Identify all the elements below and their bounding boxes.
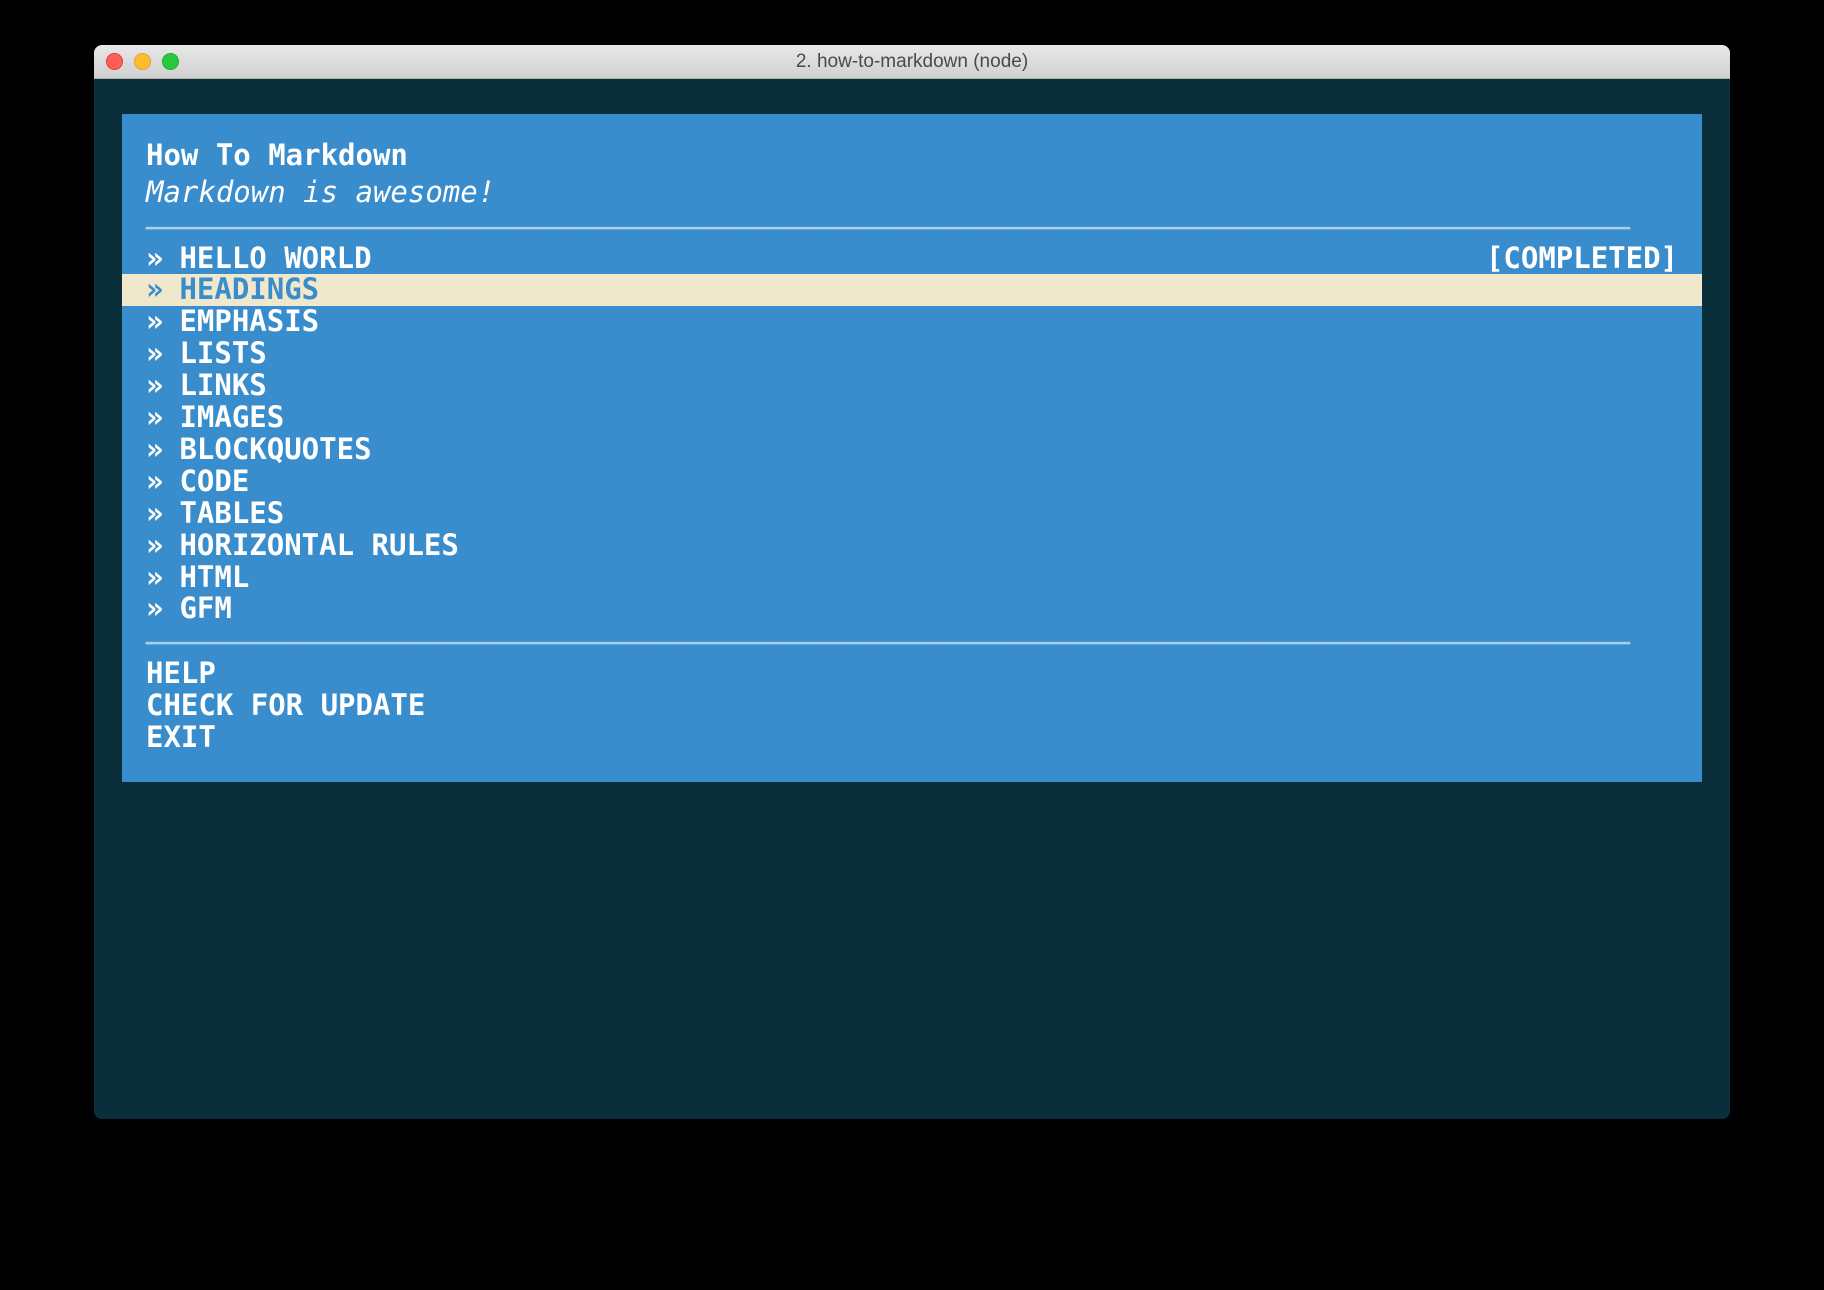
menu-item-code[interactable]: » CODE bbox=[122, 466, 1702, 498]
menu-item-label: HORIZONTAL RULES bbox=[179, 530, 458, 562]
minimize-button[interactable] bbox=[134, 53, 151, 70]
menu-item-left: » GFM bbox=[146, 593, 232, 625]
chevron-right-icon: » bbox=[146, 370, 163, 402]
chevron-right-icon: » bbox=[146, 338, 163, 370]
menu-item-left: » EMPHASIS bbox=[146, 306, 319, 338]
menu-item-emphasis[interactable]: » EMPHASIS bbox=[122, 306, 1702, 338]
menu-item-label: HTML bbox=[179, 562, 249, 594]
zoom-button[interactable] bbox=[162, 53, 179, 70]
status-badge: [COMPLETED] bbox=[1486, 243, 1678, 275]
chevron-right-icon: » bbox=[146, 562, 163, 594]
menu-item-label: EMPHASIS bbox=[179, 306, 319, 338]
traffic-lights bbox=[106, 53, 179, 70]
menu-item-left: » CODE bbox=[146, 466, 249, 498]
menu-item-left: » TABLES bbox=[146, 498, 284, 530]
menu-item-label: BLOCKQUOTES bbox=[179, 434, 371, 466]
menu-item-label: IMAGES bbox=[179, 402, 284, 434]
menu-item-images[interactable]: » IMAGES bbox=[122, 402, 1702, 434]
window-title: 2. how-to-markdown (node) bbox=[94, 51, 1730, 73]
menu-item-label: CODE bbox=[179, 466, 249, 498]
menu-item-label: HEADINGS bbox=[179, 274, 319, 306]
menu-item-label: HELLO WORLD bbox=[179, 243, 371, 275]
chevron-right-icon: » bbox=[146, 530, 163, 562]
divider-bottom: ────────────────────────────────────────… bbox=[122, 629, 1702, 658]
footer-item-exit[interactable]: EXIT bbox=[122, 722, 1702, 754]
menu-list: » HELLO WORLD [COMPLETED] » HEADINGS » EMPHASI… bbox=[122, 243, 1702, 626]
chevron-right-icon: » bbox=[146, 466, 163, 498]
footer-item-check-for-update[interactable]: CHECK FOR UPDATE bbox=[122, 690, 1702, 722]
close-button[interactable] bbox=[106, 53, 123, 70]
terminal-window: 2. how-to-markdown (node) How To Markdow… bbox=[94, 45, 1730, 1119]
menu-item-links[interactable]: » LINKS bbox=[122, 370, 1702, 402]
menu-item-horizontal-rules[interactable]: » HORIZONTAL RULES bbox=[122, 530, 1702, 562]
menu-item-lists[interactable]: » LISTS bbox=[122, 338, 1702, 370]
terminal-body: How To Markdown Markdown is awesome! ───… bbox=[94, 79, 1730, 1119]
menu-item-left: » HORIZONTAL RULES bbox=[146, 530, 459, 562]
menu-item-label: LINKS bbox=[179, 370, 266, 402]
menu-item-left: » HTML bbox=[146, 562, 249, 594]
footer-item-help[interactable]: HELP bbox=[122, 658, 1702, 690]
menu-item-headings[interactable]: » HEADINGS bbox=[122, 274, 1702, 306]
app-subtitle: Markdown is awesome! bbox=[122, 175, 1702, 210]
titlebar: 2. how-to-markdown (node) bbox=[94, 45, 1730, 79]
menu-item-left: » HEADINGS bbox=[146, 274, 319, 306]
chevron-right-icon: » bbox=[146, 593, 163, 625]
app-title: How To Markdown bbox=[122, 138, 1702, 173]
menu-item-left: » LINKS bbox=[146, 370, 267, 402]
menu-item-label: TABLES bbox=[179, 498, 284, 530]
footer-list: HELPCHECK FOR UPDATEEXIT bbox=[122, 658, 1702, 754]
chevron-right-icon: » bbox=[146, 434, 163, 466]
menu-item-tables[interactable]: » TABLES bbox=[122, 498, 1702, 530]
divider-top: ────────────────────────────────────────… bbox=[122, 214, 1702, 243]
menu-item-left: » HELLO WORLD bbox=[146, 243, 372, 275]
menu-item-hello-world[interactable]: » HELLO WORLD [COMPLETED] bbox=[122, 243, 1702, 275]
menu-item-left: » IMAGES bbox=[146, 402, 284, 434]
menu-item-label: GFM bbox=[179, 593, 231, 625]
menu-panel: How To Markdown Markdown is awesome! ───… bbox=[122, 114, 1702, 782]
chevron-right-icon: » bbox=[146, 498, 163, 530]
menu-item-html[interactable]: » HTML bbox=[122, 562, 1702, 594]
menu-item-left: » LISTS bbox=[146, 338, 267, 370]
chevron-right-icon: » bbox=[146, 274, 163, 306]
chevron-right-icon: » bbox=[146, 243, 163, 275]
menu-item-blockquotes[interactable]: » BLOCKQUOTES bbox=[122, 434, 1702, 466]
chevron-right-icon: » bbox=[146, 402, 163, 434]
menu-item-label: LISTS bbox=[179, 338, 266, 370]
menu-item-gfm[interactable]: » GFM bbox=[122, 593, 1702, 625]
menu-item-left: » BLOCKQUOTES bbox=[146, 434, 372, 466]
chevron-right-icon: » bbox=[146, 306, 163, 338]
